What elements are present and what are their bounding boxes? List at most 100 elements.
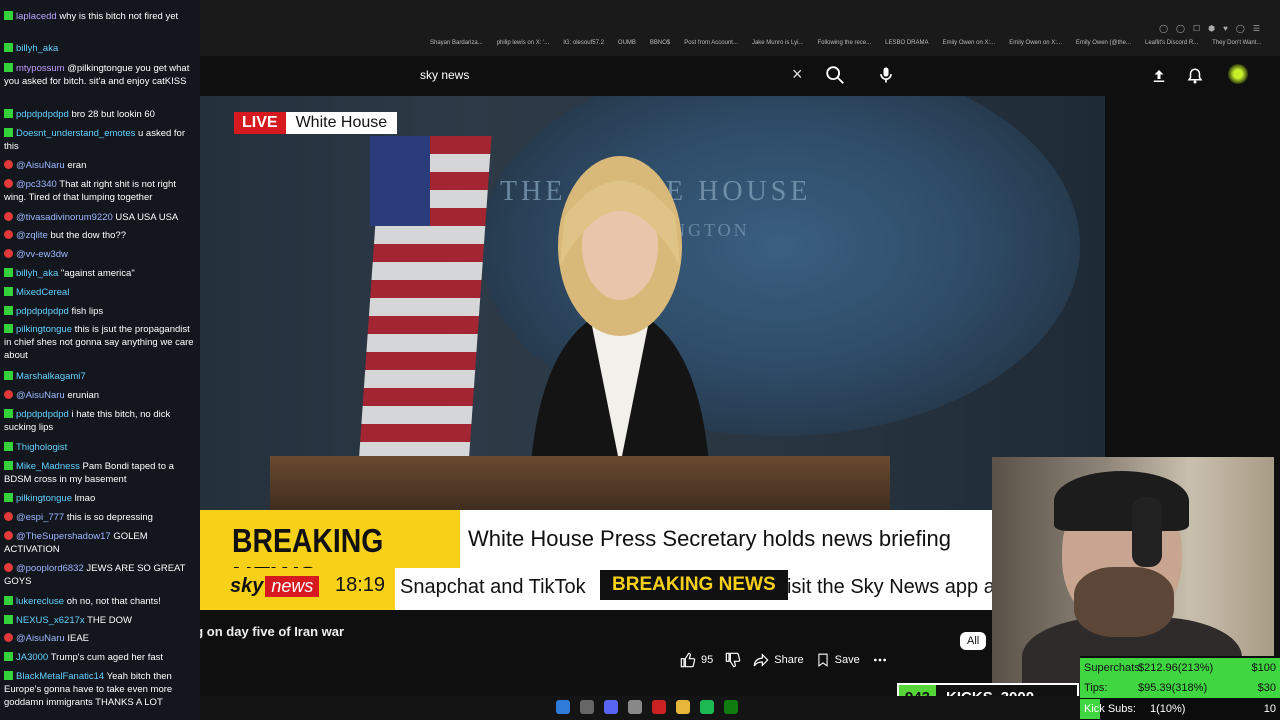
search-taskbar-icon[interactable] <box>580 700 594 714</box>
extension-icon[interactable]: ◯ <box>1176 24 1185 33</box>
chat-username[interactable]: billyh_aka <box>16 268 58 279</box>
bookmark-item[interactable]: Emily Owen (@the... <box>1076 40 1131 46</box>
chat-username[interactable]: NEXUS_x6217x <box>16 615 85 626</box>
chat-username[interactable]: @pc3340 <box>16 179 57 190</box>
kick-subs-label: Kick Subs: <box>1084 703 1136 715</box>
save-button[interactable]: Save <box>816 652 860 668</box>
extension-icon[interactable]: ☰ <box>1253 24 1260 33</box>
spotify-icon[interactable] <box>700 700 714 714</box>
donation-goals-widget: Superchats: $212.96(213%) $100 Tips: $95… <box>1080 656 1280 720</box>
chat-username[interactable]: lukerecluse <box>16 596 64 607</box>
tips-value: $95.39(318%) <box>1138 682 1208 694</box>
bookmark-item[interactable]: BBNO$ <box>650 40 670 46</box>
youtube-badge-icon <box>4 563 13 572</box>
chat-username[interactable]: Marshalkagami7 <box>16 371 86 382</box>
bell-icon[interactable] <box>1186 66 1204 86</box>
chat-username[interactable]: @tivasadivinorum9220 <box>16 212 113 223</box>
chat-username[interactable]: mtypossum <box>16 63 65 74</box>
browser-extension-icons: ◯ ◯ ☐ ⬢ ♥ ◯ ☰ <box>1159 24 1260 33</box>
search-input[interactable]: sky news <box>420 68 469 82</box>
chat-username[interactable]: MixedCereal <box>16 287 69 298</box>
bookmark-item[interactable]: Emily Owen on X:... <box>1009 40 1062 46</box>
chat-username[interactable]: @TheSupershadow17 <box>16 531 111 542</box>
bookmark-item[interactable]: Leaflit's Discord R... <box>1145 40 1198 46</box>
like-button[interactable]: 95 <box>680 652 713 668</box>
chat-username[interactable]: billyh_aka <box>16 43 58 54</box>
chat-text: erunian <box>67 390 100 401</box>
chat-message: billyh_aka <box>4 42 196 55</box>
chat-username[interactable]: Doesnt_understand_emotes <box>16 128 135 139</box>
bookmark-item[interactable]: Jake Munro is Lyi... <box>752 40 803 46</box>
kick-badge-icon <box>4 324 13 333</box>
chat-text: fish lips <box>71 306 104 317</box>
chat-message: NEXUS_x6217x THE DOW <box>4 614 196 627</box>
browser-top-bar: Shayan Bardariza... philip lewis on X: '.… <box>200 0 1280 56</box>
start-icon[interactable] <box>556 700 570 714</box>
chat-username[interactable]: pilkingtongue <box>16 324 72 335</box>
bookmark-item[interactable]: IG: olesouf57.2 <box>563 40 604 46</box>
superchats-label: Superchats: <box>1084 662 1143 674</box>
bookmark-item[interactable]: philip lewis on X: '... <box>497 40 550 46</box>
file-explorer-icon[interactable] <box>676 700 690 714</box>
youtube-badge-icon <box>4 512 13 521</box>
bookmark-item[interactable]: OUMB <box>618 40 636 46</box>
account-avatar[interactable] <box>1228 64 1248 84</box>
ticker-breaking-badge: BREAKING NEWS <box>600 570 788 600</box>
microphone-icon[interactable] <box>876 64 896 86</box>
chat-username[interactable]: pilkingtongue <box>16 493 72 504</box>
bookmark-item[interactable]: Following the rece... <box>817 40 871 46</box>
filter-chip-all[interactable]: All <box>960 632 987 650</box>
kick-badge-icon <box>4 615 13 624</box>
chat-username[interactable]: Thighologist <box>16 442 67 453</box>
share-button[interactable]: Share <box>753 652 804 668</box>
xbox-icon[interactable] <box>724 700 738 714</box>
news-logo-word: news <box>265 575 320 597</box>
discord-icon[interactable] <box>604 700 618 714</box>
bookmark-item[interactable]: Emily Owen on X:... <box>943 40 996 46</box>
bookmark-item[interactable]: Shayan Bardariza... <box>430 40 483 46</box>
clear-search-icon[interactable]: × <box>792 64 803 85</box>
chat-username[interactable]: @AisuNaru <box>16 390 65 401</box>
sky-logo-word: sky <box>230 574 264 597</box>
chat-text: oh no, not that chants! <box>66 596 161 607</box>
extension-icon[interactable]: ⬢ <box>1208 24 1215 33</box>
breaking-news-banner: BREAKING NEWS White House Press Secretar… <box>190 510 1002 610</box>
more-actions-button[interactable] <box>872 652 888 668</box>
chat-username[interactable]: @zqlite <box>16 230 48 241</box>
search-icon[interactable] <box>824 64 846 86</box>
dislike-button[interactable] <box>725 652 741 668</box>
chat-username[interactable]: @pooplord6832 <box>16 563 84 574</box>
extension-icon[interactable]: ♥ <box>1223 24 1228 33</box>
chat-username[interactable]: pdpdpdpdpd <box>16 306 69 317</box>
bookmark-item[interactable]: They Don't Want... <box>1212 40 1261 46</box>
kick-badge-icon <box>4 287 13 296</box>
chat-username[interactable]: pdpdpdpdpd <box>16 109 69 120</box>
chat-username[interactable]: @vv-ew3dw <box>16 249 68 260</box>
upload-icon[interactable] <box>1150 66 1168 86</box>
chat-username[interactable]: Mike_Madness <box>16 461 80 472</box>
chat-username[interactable]: pdpdpdpdpd <box>16 409 69 420</box>
chat-username[interactable]: @espi_777 <box>16 512 64 523</box>
chat-message: @tivasadivinorum9220 USA USA USA <box>4 211 196 224</box>
extension-icon[interactable]: ◯ <box>1159 24 1168 33</box>
app-icon[interactable] <box>628 700 642 714</box>
chat-username[interactable]: laplacedd <box>16 11 57 22</box>
chat-username[interactable]: JA3000 <box>16 652 48 663</box>
youtube-badge-icon <box>4 633 13 642</box>
chat-message: mtypossum @pilkingtongue you get what yo… <box>4 62 196 88</box>
extension-icon[interactable]: ◯ <box>1236 24 1245 33</box>
video-actions: 95 Share Save <box>680 652 888 668</box>
extension-icon[interactable]: ☐ <box>1193 24 1200 33</box>
opera-icon[interactable] <box>652 700 666 714</box>
bookmark-item[interactable]: LESBO DRAMA <box>885 40 928 46</box>
chat-username[interactable]: @AisuNaru <box>16 633 65 644</box>
banner-clock: 18:19 <box>335 574 386 596</box>
search-bar[interactable]: sky news × <box>410 60 820 92</box>
video-side-area <box>1105 96 1280 456</box>
press-secretary-figure <box>530 156 710 476</box>
bookmark-item[interactable]: Post from Account... <box>684 40 738 46</box>
tips-target: $30 <box>1257 682 1276 694</box>
chat-text: why is this bitch not fired yet <box>59 11 179 22</box>
chat-username[interactable]: @AisuNaru <box>16 160 65 171</box>
chat-username[interactable]: BlackMetalFanatic14 <box>16 671 104 682</box>
